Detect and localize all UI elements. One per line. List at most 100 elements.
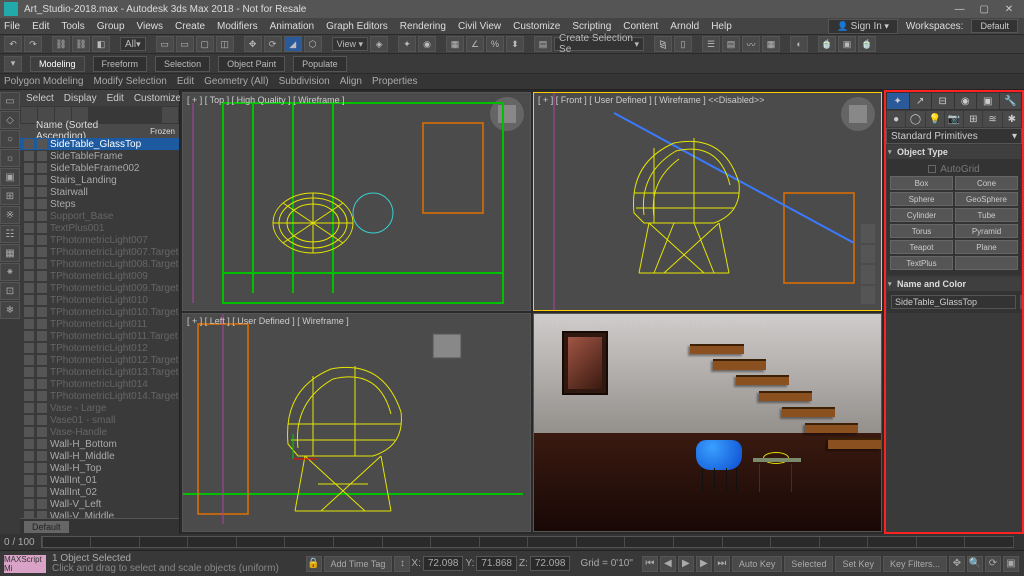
layer-default[interactable]: Default [24, 521, 69, 533]
prim-tube[interactable]: Tube [955, 208, 1018, 222]
vis-icon[interactable] [37, 415, 47, 425]
lt-light-icon[interactable]: ☼ [0, 149, 20, 167]
tree-row[interactable]: SideTable_GlassTop [20, 138, 179, 150]
explorer-header[interactable]: Name (Sorted Ascending) Frozen [20, 124, 179, 138]
tree-row[interactable]: Wall-H_Bottom [20, 438, 179, 450]
tree-row[interactable]: Wall-V_Left [20, 498, 179, 510]
tab-selection[interactable]: Selection [155, 56, 210, 72]
time-slider[interactable]: 0 / 100 [0, 534, 1024, 550]
menu-views[interactable]: Views [137, 21, 164, 32]
align-icon[interactable]: ▯ [674, 36, 692, 52]
vis-icon[interactable] [37, 175, 47, 185]
nav-max-icon[interactable]: ▣ [1003, 556, 1019, 572]
select-name-icon[interactable]: ▭ [176, 36, 194, 52]
sub-shape-icon[interactable]: ◯ [906, 111, 924, 127]
tree-row[interactable]: TPhotometricLight013.Target [20, 366, 179, 378]
sub-geom-icon[interactable]: ● [887, 111, 905, 127]
schematic-icon[interactable]: ▦ [762, 36, 780, 52]
lt-sys-icon[interactable]: ☷ [0, 225, 20, 243]
mirror-icon[interactable]: ⧎ [654, 36, 672, 52]
tree-row[interactable]: TPhotometricLight012 [20, 342, 179, 354]
lt-cam-icon[interactable]: ▣ [0, 168, 20, 186]
menu-file[interactable]: File [4, 21, 20, 32]
coord-x[interactable]: 72.098 [423, 556, 464, 571]
move-icon[interactable]: ✥ [244, 36, 262, 52]
sub-space-icon[interactable]: ≋ [983, 111, 1001, 127]
named-sel-dropdown[interactable]: Create Selection Se ▾ [554, 37, 644, 51]
play-end-icon[interactable]: ⏭ [714, 556, 730, 572]
play-icon[interactable]: ▶ [678, 556, 694, 572]
col-frozen[interactable]: Frozen [150, 127, 179, 136]
tab-hierarchy-icon[interactable]: ⊟ [932, 93, 954, 109]
tree-row[interactable]: Wall-V_Middle [20, 510, 179, 518]
sub-light-icon[interactable]: 💡 [926, 111, 944, 127]
layers-icon[interactable]: ☰ [702, 36, 720, 52]
selected-dd[interactable]: Selected [784, 556, 833, 572]
signin-button[interactable]: 👤 Sign In ▾ [828, 19, 898, 34]
vis-icon[interactable] [37, 199, 47, 209]
viewport-front[interactable]: [ + ] [ Front ] [ User Defined ] [ Wiref… [533, 92, 882, 311]
prim-pyramid[interactable]: Pyramid [955, 224, 1018, 238]
coord-z[interactable]: 72.098 [530, 556, 571, 571]
grp-polymodel[interactable]: Polygon Modeling [4, 76, 84, 87]
scene-tree[interactable]: SideTable_GlassTopSideTableFrameSideTabl… [20, 138, 179, 518]
vis-icon[interactable] [37, 391, 47, 401]
vis-icon[interactable] [37, 463, 47, 473]
vis-icon[interactable] [37, 487, 47, 497]
tree-row[interactable]: Stairs_Landing [20, 174, 179, 186]
rotate-icon[interactable]: ⟳ [264, 36, 282, 52]
create-category[interactable]: Standard Primitives▾ [886, 128, 1022, 144]
tree-row[interactable]: TPhotometricLight011.Target [20, 330, 179, 342]
tree-row[interactable]: Stairwall [20, 186, 179, 198]
workspace-dropdown[interactable]: Default [971, 19, 1018, 33]
grp-geom[interactable]: Geometry (All) [204, 76, 268, 87]
vis-icon[interactable] [37, 331, 47, 341]
exm-select[interactable]: Select [26, 93, 54, 104]
prim-torus[interactable]: Torus [890, 224, 953, 238]
rect-select-icon[interactable]: ▢ [196, 36, 214, 52]
tree-row[interactable]: Wall-H_Middle [20, 450, 179, 462]
tree-row[interactable]: TPhotometricLight012.Target [20, 354, 179, 366]
ex-search-icon[interactable] [21, 107, 37, 123]
explorer-icon[interactable]: ▤ [722, 36, 740, 52]
vis-icon[interactable] [37, 187, 47, 197]
menu-arnold[interactable]: Arnold [670, 21, 699, 32]
menu-help[interactable]: Help [711, 21, 732, 32]
autokey-button[interactable]: Auto Key [732, 556, 783, 572]
render-icon[interactable]: 🍵 [858, 36, 876, 52]
tab-modeling[interactable]: Modeling [30, 56, 85, 72]
close-icon[interactable]: ✕ [998, 4, 1020, 15]
tree-row[interactable]: TPhotometricLight007 [20, 234, 179, 246]
vis-icon[interactable] [37, 307, 47, 317]
vp-cam-label[interactable]: [ + ] [ PhysCamera001 ] [ High Quality ]… [538, 316, 771, 326]
spinner-snap-icon[interactable]: ⬍ [506, 36, 524, 52]
tree-row[interactable]: Vase-Handle [20, 426, 179, 438]
lt-space-icon[interactable]: ※ [0, 206, 20, 224]
tree-row[interactable]: SideTableFrame002 [20, 162, 179, 174]
menu-civilview[interactable]: Civil View [458, 21, 501, 32]
material-icon[interactable]: ◐ [790, 36, 808, 52]
vis-icon[interactable] [37, 403, 47, 413]
lt-group-icon[interactable]: ▦ [0, 244, 20, 262]
menu-grapheditors[interactable]: Graph Editors [326, 21, 388, 32]
percent-snap-icon[interactable]: % [486, 36, 504, 52]
sub-sys-icon[interactable]: ✱ [1003, 111, 1021, 127]
unlink-icon[interactable]: ⛓ [72, 36, 90, 52]
vp-top-label[interactable]: [ + ] [ Top ] [ High Quality ] [ Wirefra… [187, 95, 345, 105]
tree-row[interactable]: TPhotometricLight007.Target [20, 246, 179, 258]
vp-left-label[interactable]: [ + ] [ Left ] [ User Defined ] [ Wirefr… [187, 316, 349, 326]
tree-row[interactable]: Wall-H_Top [20, 462, 179, 474]
curve-icon[interactable]: 〰 [742, 36, 760, 52]
lock-icon[interactable]: 🔒 [306, 556, 322, 572]
lt-bone-icon[interactable]: ⁕ [0, 263, 20, 281]
prim-sphere[interactable]: Sphere [890, 192, 953, 206]
menu-animation[interactable]: Animation [270, 21, 314, 32]
vis-icon[interactable] [37, 223, 47, 233]
tab-objectpaint[interactable]: Object Paint [218, 56, 285, 72]
filter-dropdown[interactable]: All ▾ [120, 37, 146, 51]
prim-teapot[interactable]: Teapot [890, 240, 953, 254]
play-prev-icon[interactable]: ◀ [660, 556, 676, 572]
prim-textplus[interactable]: TextPlus [890, 256, 953, 270]
exm-edit[interactable]: Edit [107, 93, 124, 104]
pivot-icon[interactable]: ◈ [370, 36, 388, 52]
